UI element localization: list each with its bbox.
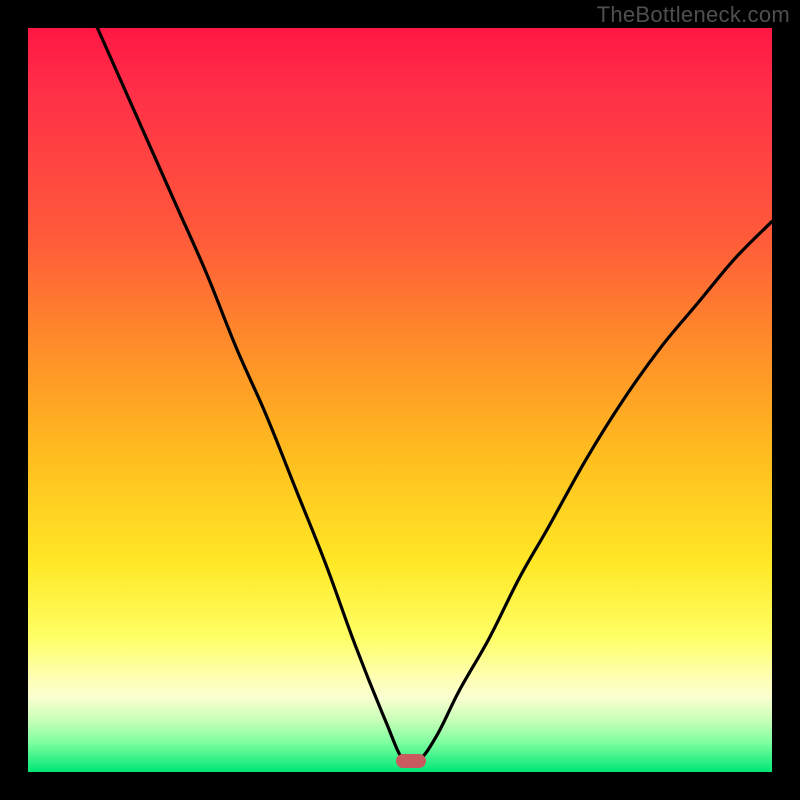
- bottleneck-curve: [28, 28, 772, 772]
- minimum-marker: [396, 754, 426, 768]
- plot-area: [28, 28, 772, 772]
- chart-frame: TheBottleneck.com: [0, 0, 800, 800]
- watermark-text: TheBottleneck.com: [597, 2, 790, 28]
